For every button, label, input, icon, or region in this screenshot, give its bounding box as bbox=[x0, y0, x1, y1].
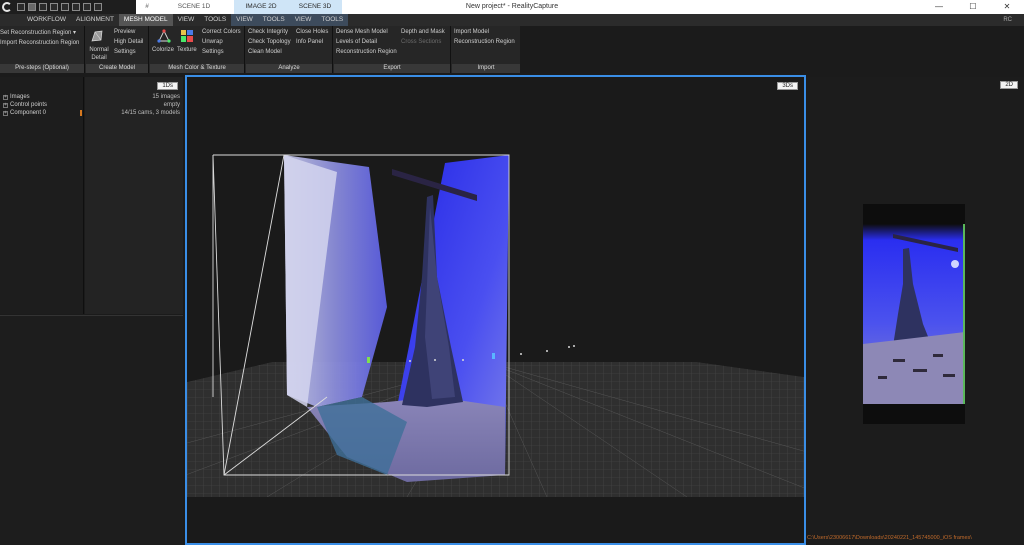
group-import: Import Model Reconstruction Region Impor… bbox=[452, 26, 520, 73]
expand-icon[interactable]: + bbox=[3, 110, 8, 116]
tab-scene-1d[interactable]: SCENE 1D bbox=[154, 0, 234, 14]
group-title: Export bbox=[334, 64, 450, 73]
bottom-left-panel bbox=[0, 315, 183, 545]
image-preview[interactable] bbox=[863, 204, 965, 424]
import-reconstruction-region-button[interactable]: Import Reconstruction Region bbox=[0, 40, 79, 46]
minimize-button[interactable]: — bbox=[922, 0, 956, 14]
group-export: Dense Mesh Model Levels of Detail Recons… bbox=[334, 26, 451, 73]
maximize-button[interactable]: ☐ bbox=[956, 0, 990, 14]
layout-3-icon[interactable] bbox=[39, 3, 47, 11]
menu-mesh-model[interactable]: MESH MODEL bbox=[118, 14, 173, 26]
tree-item-component-0[interactable]: + Component 0 bbox=[3, 110, 46, 116]
tab-scene-3d[interactable]: SCENE 3D bbox=[288, 0, 342, 14]
expand-icon[interactable]: + bbox=[3, 102, 8, 108]
panel-mode-badge[interactable]: 1Ds bbox=[157, 82, 178, 90]
levels-of-detail-button[interactable]: Levels of Detail bbox=[336, 39, 377, 45]
scene-3d-render[interactable] bbox=[187, 77, 804, 543]
tab-image-2d[interactable]: IMAGE 2D bbox=[234, 0, 288, 14]
normal-detail-icon bbox=[91, 30, 103, 42]
project-tree-panel: + Images + Control points + Component 0 bbox=[0, 77, 84, 314]
menu-alignment[interactable]: ALIGNMENT bbox=[71, 14, 119, 26]
menu-bar: WORKFLOW ALIGNMENT MESH MODEL VIEW TOOLS… bbox=[0, 14, 1024, 26]
colorize-icon bbox=[157, 29, 171, 43]
close-holes-button[interactable]: Close Holes bbox=[296, 29, 328, 35]
layout-2-icon[interactable] bbox=[28, 3, 36, 11]
control-points-status: empty bbox=[163, 102, 180, 108]
group-presteps: Set Reconstruction Region ▾ Import Recon… bbox=[0, 26, 85, 73]
undo-icon[interactable] bbox=[83, 3, 91, 11]
layout-5-icon[interactable] bbox=[61, 3, 69, 11]
import-model-button[interactable]: Import Model bbox=[454, 29, 489, 35]
tree-item-label: Component 0 bbox=[10, 110, 47, 116]
create-model-settings-button[interactable]: Settings bbox=[114, 49, 136, 55]
menu-view[interactable]: VIEW bbox=[173, 14, 200, 26]
group-analyze: Check Integrity Check Topology Clean Mod… bbox=[246, 26, 333, 73]
group-title: Analyze bbox=[246, 64, 332, 73]
viewport-3d[interactable]: 3Ds bbox=[185, 75, 806, 545]
tab-hash[interactable]: # bbox=[140, 0, 154, 14]
texture-button[interactable]: Texture bbox=[177, 47, 197, 53]
correct-colors-button[interactable]: Correct Colors bbox=[202, 29, 241, 35]
cross-sections-button[interactable]: Cross Sections bbox=[401, 39, 441, 45]
group-title: Pre-steps (Optional) bbox=[0, 64, 84, 73]
viewport-3d-badge[interactable]: 3Ds bbox=[777, 82, 798, 90]
colorize-button[interactable]: Colorize bbox=[152, 47, 174, 53]
menu-view-2d[interactable]: VIEW bbox=[231, 14, 258, 26]
high-detail-button[interactable]: High Detail bbox=[114, 39, 143, 45]
viewport-2d-badge[interactable]: 2D bbox=[1000, 81, 1018, 89]
texture-icon bbox=[181, 30, 193, 42]
menu-right-label: RC bbox=[1003, 17, 1012, 23]
menu-view-3d[interactable]: VIEW bbox=[289, 14, 317, 26]
layout-1-icon[interactable] bbox=[17, 3, 25, 11]
tree-item-images[interactable]: + Images bbox=[3, 94, 30, 100]
clean-model-button[interactable]: Clean Model bbox=[248, 49, 282, 55]
ribbon: Set Reconstruction Region ▾ Import Recon… bbox=[0, 26, 520, 73]
viewport-2d[interactable]: 2D bbox=[807, 77, 1024, 545]
preview-button[interactable]: Preview bbox=[114, 29, 135, 35]
group-title: Create Model bbox=[86, 64, 148, 73]
tree-item-label: Images bbox=[10, 94, 30, 100]
component-status: 14/15 cams, 3 models bbox=[121, 110, 180, 116]
group-title: Import bbox=[452, 64, 520, 73]
control-marker-green[interactable] bbox=[367, 357, 370, 363]
redo-icon[interactable] bbox=[94, 3, 102, 11]
unwrap-button[interactable]: Unwrap bbox=[202, 39, 223, 45]
check-topology-button[interactable]: Check Topology bbox=[248, 39, 291, 45]
menu-tools-2d[interactable]: TOOLS bbox=[257, 14, 290, 26]
group-mesh-color-texture: Colorize Texture Correct Colors Unwrap S… bbox=[150, 26, 245, 73]
texture-settings-button[interactable]: Settings bbox=[202, 49, 224, 55]
menu-tools[interactable]: TOOLS bbox=[199, 14, 231, 26]
expand-icon[interactable]: + bbox=[3, 94, 8, 100]
project-stats-panel: 1Ds 15 images empty 14/15 cams, 3 models bbox=[85, 77, 183, 314]
images-count: 15 images bbox=[152, 94, 180, 100]
scene-tabs: # SCENE 1D IMAGE 2D SCENE 3D bbox=[140, 0, 342, 14]
tree-item-control-points[interactable]: + Control points bbox=[3, 102, 47, 108]
close-button[interactable]: ✕ bbox=[990, 0, 1024, 14]
check-integrity-button[interactable]: Check Integrity bbox=[248, 29, 288, 35]
title-bar: # SCENE 1D IMAGE 2D SCENE 3D New project… bbox=[0, 0, 1024, 14]
group-create-model: Normal Detail Preview High Detail Settin… bbox=[86, 26, 149, 73]
realitycapture-logo bbox=[0, 0, 14, 14]
quick-access-toolbar bbox=[0, 0, 136, 14]
layout-4-icon[interactable] bbox=[50, 3, 58, 11]
group-title: Mesh Color & Texture bbox=[150, 64, 244, 73]
layout-6-icon[interactable] bbox=[72, 3, 80, 11]
window-controls: — ☐ ✕ bbox=[922, 0, 1024, 14]
normal-detail-button[interactable]: Normal Detail bbox=[88, 46, 110, 62]
import-region-button[interactable]: Reconstruction Region bbox=[454, 39, 515, 45]
menu-tools-3d[interactable]: TOOLS bbox=[316, 14, 349, 26]
export-reconstruction-region-button[interactable]: Reconstruction Region bbox=[336, 49, 397, 55]
status-path: C:\Users\23006617\Downloads\20240221_145… bbox=[807, 535, 972, 541]
dense-mesh-model-button[interactable]: Dense Mesh Model bbox=[336, 29, 388, 35]
menu-workflow[interactable]: WORKFLOW bbox=[22, 14, 71, 26]
control-marker-blue[interactable] bbox=[492, 353, 495, 359]
tree-item-label: Control points bbox=[10, 102, 48, 108]
set-reconstruction-region-button[interactable]: Set Reconstruction Region ▾ bbox=[0, 29, 76, 36]
component-marker bbox=[80, 110, 82, 116]
info-panel-button[interactable]: Info Panel bbox=[296, 39, 323, 45]
depth-and-mask-button[interactable]: Depth and Mask bbox=[401, 29, 445, 35]
